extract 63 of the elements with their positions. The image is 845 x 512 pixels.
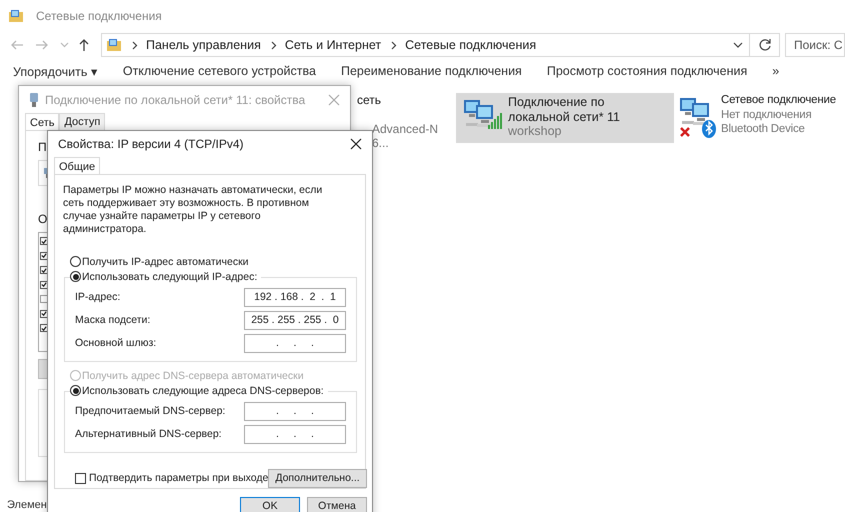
device-name: Bluetooth Device — [721, 122, 806, 136]
close-icon — [350, 138, 362, 150]
advanced-button[interactable]: Дополнительно... — [268, 468, 367, 488]
network-adapter-icon — [29, 92, 39, 108]
dialog-title: Свойства: IP версии 4 (TCP/IPv4) — [58, 136, 244, 151]
dialog-title: Подключение по локальной сети* 11: свойства — [45, 92, 306, 106]
address-bar[interactable]: Панель управления Сеть и Интернет Сетевые подключения — [101, 33, 750, 57]
toolbar-button[interactable]: Просмотр состояния подключения — [546, 64, 748, 78]
forward-arrow-icon — [35, 39, 49, 51]
connection-text: сеть — [357, 93, 382, 108]
ok-button[interactable]: OK — [240, 496, 300, 512]
breadcrumb-link[interactable]: Сетевые подключения — [405, 38, 536, 52]
radio-option[interactable]: Использовать следующие адреса DNS-серверов: — [70, 384, 328, 397]
checkbox-option[interactable]: Подтвердить параметры при выходе — [75, 472, 268, 484]
toolbar-button[interactable]: » — [772, 64, 780, 78]
field-label: О — [38, 212, 48, 226]
status-text: Элемен — [7, 499, 47, 512]
connection-tile[interactable]: Сетевое подключение Нет подключения Bluetooth Device — [678, 93, 845, 143]
tab[interactable]: Общие — [54, 156, 100, 175]
close-icon — [328, 94, 340, 106]
ip-address-field[interactable]: 192 . 168 . 2 . 1 — [244, 288, 346, 307]
toolbar-button[interactable]: Упорядочить ▾ — [13, 64, 98, 79]
toolbar-button[interactable]: Отключение сетевого устройства — [122, 64, 316, 78]
ip-address-field[interactable]: 255 . 255 . 255 . 0 — [244, 310, 346, 330]
connection-text: Advanced-N 6... — [372, 122, 440, 150]
radio-option[interactable]: Использовать следующий IP-адрес: — [70, 270, 262, 283]
toolbar-button[interactable]: Переименование подключения — [340, 64, 522, 78]
refresh-button[interactable] — [750, 33, 780, 57]
tab[interactable]: Доступ — [59, 113, 106, 130]
folder-network-icon — [8, 9, 24, 23]
chevron-down-icon — [60, 42, 69, 48]
breadcrumb-link[interactable]: Сеть и Интернет — [284, 38, 382, 52]
cancel-button[interactable]: Отмена — [307, 496, 367, 512]
ip-address-field[interactable]: . . . — [244, 424, 346, 444]
field-label: IP-адрес: — [75, 291, 120, 304]
field-label: П — [38, 140, 47, 154]
field-label: Предпочитаемый DNS-сервер: — [75, 405, 226, 418]
radio-option[interactable]: Получить IP-адрес автоматически — [70, 256, 249, 268]
connection-name: Подключение по локальной сети* 11 — [508, 95, 622, 124]
ip-address-field[interactable]: . . . — [244, 402, 346, 421]
description-text: Параметры IP можно назначать автоматически, если сеть поддерживает эту возможность. В противном случае узнайте параметры IP у сетевого администратора. — [63, 184, 324, 236]
back-arrow-icon — [10, 39, 24, 51]
field-label: Альтернативный DNS-сервер: — [75, 428, 222, 440]
network-signal-icon — [462, 97, 502, 131]
field-label: Маска подсети: — [75, 314, 150, 326]
breadcrumb-link[interactable]: Панель управления — [146, 38, 261, 52]
connection-tile[interactable]: Подключение по локальной сети* 11 workshop — [456, 93, 674, 143]
up-arrow-icon — [78, 38, 90, 52]
chevron-right-icon — [391, 40, 398, 50]
connection-status: Нет подключения — [721, 108, 812, 122]
window-title: Сетевые подключения — [36, 9, 162, 23]
ip-address-field[interactable]: . . . — [244, 334, 346, 353]
folder-network-icon — [106, 38, 122, 52]
chevron-down-icon — [733, 42, 744, 48]
chevron-right-icon — [132, 40, 138, 50]
network-bluetooth-icon — [678, 95, 718, 139]
chevron-right-icon — [270, 40, 277, 50]
field-label: Основной шлюз: — [75, 337, 156, 350]
refresh-icon — [758, 38, 772, 52]
connection-name: Сетевое подключение — [721, 93, 837, 108]
connection-status: workshop — [508, 124, 562, 138]
search-field[interactable]: Поиск: С — [785, 33, 845, 57]
tab[interactable]: Сеть — [25, 113, 60, 131]
